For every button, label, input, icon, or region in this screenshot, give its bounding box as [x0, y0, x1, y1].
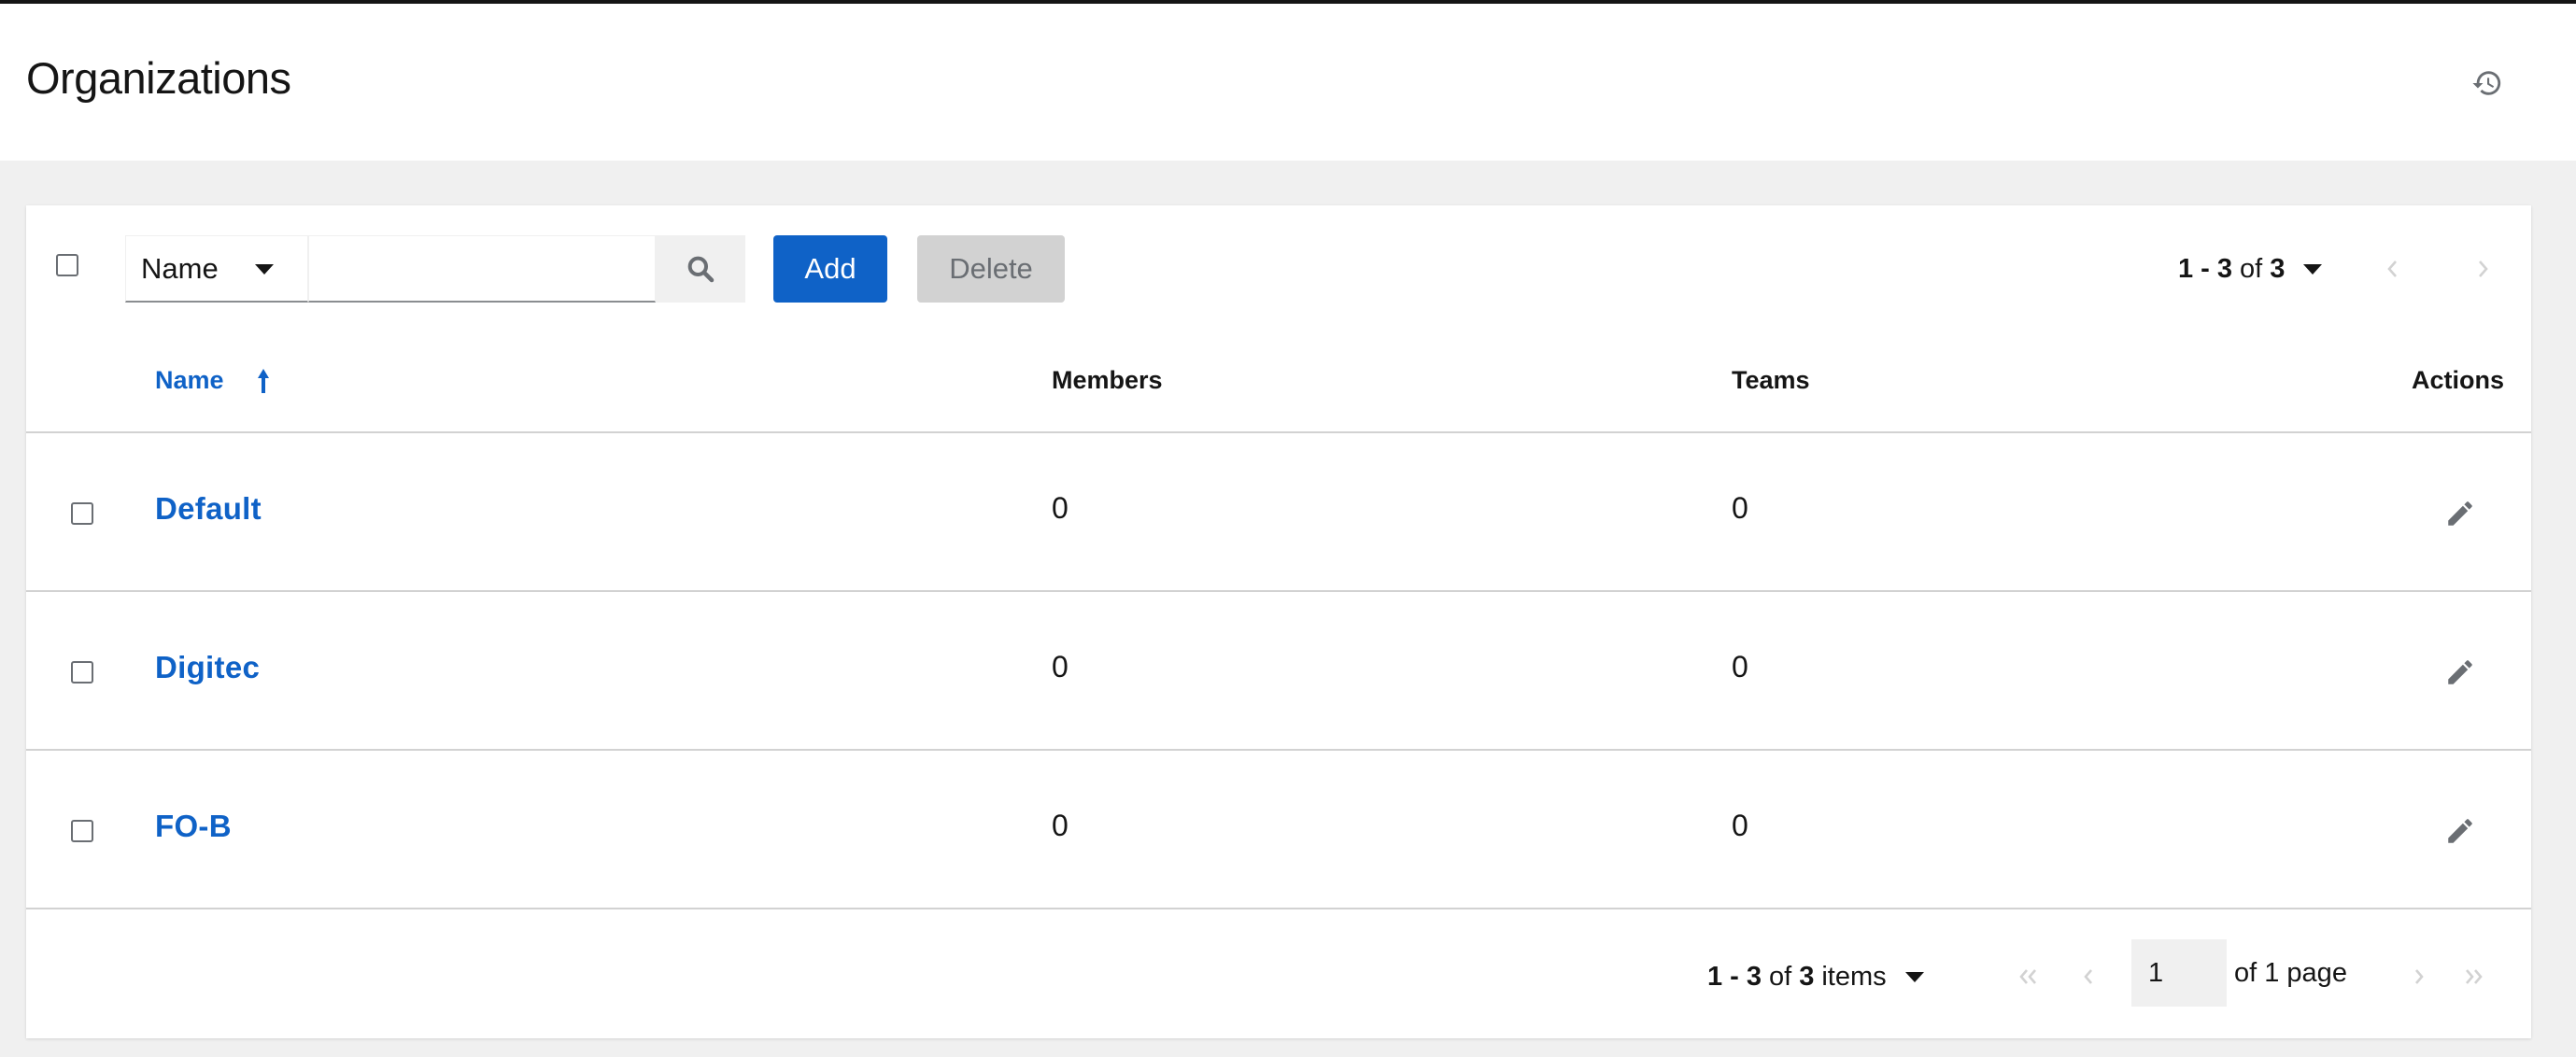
organization-name-link[interactable]: FO-B	[155, 809, 232, 844]
bottom-pagination-toggle[interactable]: 1 - 3 of 3 items	[1707, 958, 1924, 995]
top-pagination-of: of	[2240, 253, 2263, 284]
teams-count: 0	[1732, 650, 1748, 684]
divider	[26, 908, 2531, 909]
organization-name-link[interactable]: Default	[155, 491, 262, 527]
search-icon	[687, 256, 715, 283]
chevron-right-icon	[2479, 261, 2488, 277]
pencil-icon	[2448, 819, 2472, 843]
organizations-card: Name Add Delete 1 - 3 of 3 Name Members …	[26, 205, 2531, 1038]
members-count: 0	[1052, 491, 1069, 525]
table-row: FO-B 0 0	[26, 751, 2531, 908]
page-title: Organizations	[26, 53, 291, 103]
add-button[interactable]: Add	[773, 235, 887, 303]
row-checkbox[interactable]	[71, 820, 93, 842]
row-checkbox[interactable]	[71, 661, 93, 684]
chevron-left-icon	[2084, 969, 2092, 984]
column-header-members: Members	[1052, 366, 1163, 394]
caret-down-icon	[1904, 971, 1924, 982]
bottom-pagination-of: of	[1769, 961, 1792, 992]
column-header-name-label: Name	[155, 366, 224, 394]
previous-page-button[interactable]	[2070, 958, 2107, 995]
double-chevron-right-icon	[2466, 969, 2483, 984]
members-count: 0	[1052, 809, 1069, 842]
select-all-checkbox[interactable]	[56, 254, 78, 276]
column-header-teams: Teams	[1732, 366, 1810, 394]
top-pagination-total: 3	[2270, 253, 2286, 284]
edit-button[interactable]	[2440, 810, 2481, 852]
members-count: 0	[1052, 650, 1069, 684]
chevron-right-icon	[2415, 969, 2424, 984]
history-button[interactable]	[2466, 62, 2509, 105]
column-header-actions: Actions	[2412, 366, 2505, 394]
top-pagination-range: 1 - 3	[2178, 253, 2233, 284]
teams-count: 0	[1732, 491, 1748, 525]
column-header-name[interactable]: Name	[155, 366, 271, 395]
chevron-left-icon	[2387, 261, 2397, 277]
bottom-pagination-range: 1 - 3	[1707, 961, 1762, 992]
top-next-page-button[interactable]	[2466, 252, 2499, 286]
bottom-pagination-total: 3	[1799, 961, 1815, 992]
caret-down-icon	[2303, 263, 2323, 275]
filter-attribute-value: Name	[141, 251, 219, 285]
bottom-pagination-items-label: items	[1821, 961, 1887, 992]
edit-button[interactable]	[2440, 493, 2481, 534]
search-input[interactable]	[308, 235, 656, 303]
history-icon	[2472, 71, 2501, 95]
edit-button[interactable]	[2440, 652, 2481, 693]
sort-ascending-icon	[257, 368, 269, 393]
first-page-button[interactable]	[2010, 958, 2047, 995]
double-chevron-left-icon	[2019, 969, 2036, 984]
last-page-button[interactable]	[2455, 958, 2492, 995]
caret-down-icon	[255, 264, 274, 275]
table-row: Digitec 0 0	[26, 592, 2531, 749]
table-row: Default 0 0	[26, 433, 2531, 590]
page-header: Organizations	[0, 4, 2576, 161]
pencil-icon	[2448, 501, 2472, 526]
teams-count: 0	[1732, 809, 1748, 842]
search-button[interactable]	[656, 235, 745, 303]
organization-name-link[interactable]: Digitec	[155, 650, 260, 685]
delete-button[interactable]: Delete	[917, 235, 1065, 303]
current-page-input[interactable]	[2131, 939, 2227, 1007]
filter-attribute-select[interactable]: Name	[125, 235, 308, 303]
row-checkbox[interactable]	[71, 502, 93, 525]
pencil-icon	[2448, 660, 2472, 684]
top-pagination-toggle[interactable]: 1 - 3 of 3	[2178, 250, 2323, 288]
total-pages-label: of 1 page	[2234, 958, 2347, 988]
top-previous-page-button[interactable]	[2376, 252, 2410, 286]
next-page-button[interactable]	[2400, 958, 2438, 995]
